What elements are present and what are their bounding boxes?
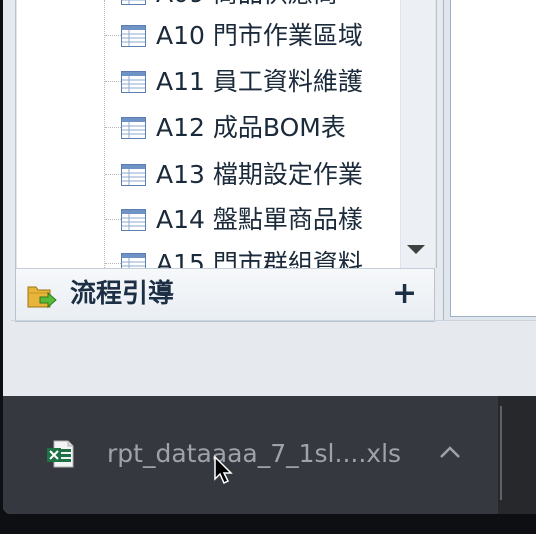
right-panel (443, 0, 536, 320)
table-icon (121, 25, 146, 47)
tree-item[interactable]: A09 商品供應商 (17, 0, 400, 14)
table-icon (121, 253, 146, 268)
table-icon (121, 71, 146, 93)
flow-guide-header[interactable]: 流程引導 + (15, 268, 435, 322)
download-bar-separator (500, 406, 502, 500)
tree-branch-line (105, 35, 121, 36)
mouse-cursor-icon (214, 455, 233, 485)
expand-plus-icon[interactable]: + (392, 277, 417, 311)
tree-branch-line (105, 174, 121, 175)
tree-branch-line (105, 263, 121, 264)
right-content-area (450, 0, 536, 317)
tree-item[interactable]: A15 門市群組資料 (17, 244, 400, 268)
tree-scrollbar[interactable] (401, 0, 435, 268)
tree-item-label: A14 盤點單商品樣 (156, 205, 363, 234)
tree-item-label: A10 門市作業區域 (156, 21, 363, 50)
tree-branch-line (105, 219, 121, 220)
tree-item-label: A15 門市群組資料 (156, 249, 363, 268)
tree-item-label: A11 員工資料維護 (156, 67, 363, 96)
scroll-down-arrow-icon[interactable] (407, 245, 425, 254)
function-tree: A09 商品供應商 A10 門市作業區域 (17, 0, 400, 268)
function-tree-panel: A09 商品供應商 A10 門市作業區域 (15, 0, 437, 268)
table-icon (121, 117, 146, 139)
divider (11, 320, 536, 321)
tree-branch-line (105, 81, 121, 82)
flow-guide-label: 流程引導 (70, 279, 175, 309)
chevron-up-icon[interactable] (438, 444, 462, 460)
download-filename[interactable]: rpt_dataaaa_7_1sl....xls (107, 438, 401, 470)
table-icon (121, 0, 146, 5)
download-bar-side (498, 396, 536, 514)
table-icon (121, 209, 146, 231)
tree-item[interactable]: A14 盤點單商品樣 (17, 200, 400, 240)
tree-item-label: A09 商品供應商 (156, 0, 338, 10)
tree-branch-line (105, 127, 121, 128)
tree-item-label: A13 檔期設定作業 (156, 160, 363, 189)
tree-item-label: A12 成品BOM表 (156, 113, 346, 142)
excel-file-icon[interactable] (46, 440, 74, 468)
tree-item[interactable]: A12 成品BOM表 (17, 108, 400, 148)
flow-guide-icon (27, 286, 57, 309)
tree-item[interactable]: A10 門市作業區域 (17, 16, 400, 56)
table-icon (121, 164, 146, 186)
tree-item[interactable]: A13 檔期設定作業 (17, 155, 400, 195)
tree-item[interactable]: A11 員工資料維護 (17, 62, 400, 102)
